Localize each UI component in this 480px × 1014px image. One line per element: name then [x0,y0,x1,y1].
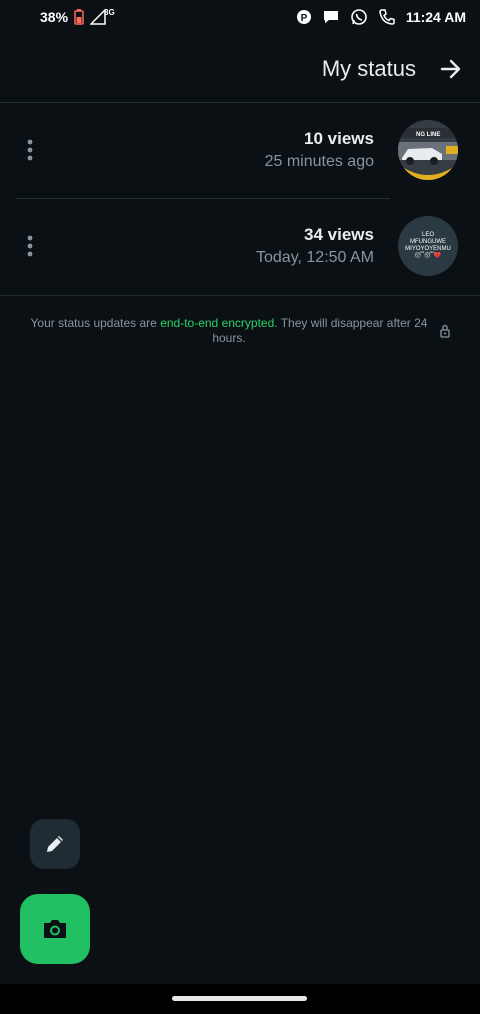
section-divider [0,295,480,296]
status-thumbnail[interactable]: NG LINE [398,120,458,180]
app-header: My status [0,46,480,92]
thumbnail-text: LEO MFUNGUWE MIYOYOYENMU [405,232,451,252]
more-options-icon[interactable] [20,102,40,198]
whatsapp-icon [350,8,368,26]
view-count: 34 views [304,225,374,244]
encryption-note: Your status updates are end-to-end encry… [20,316,438,346]
status-row[interactable]: 34 views Today, 12:50 AM LEO MFUNGUWE MI… [0,198,480,294]
more-options-icon[interactable] [20,198,40,294]
lock-icon [439,324,451,343]
svg-text:P: P [300,13,307,24]
note-text: Your status updates are [30,316,161,330]
camera-status-button[interactable] [20,894,90,964]
battery-percent: 38% [40,9,69,25]
thumbnail-emoji: 😴😴💔 [414,253,442,259]
arrow-right-icon[interactable] [440,58,462,80]
thumb-banner-text: NG LINE [416,132,440,138]
app-notification-icon: P [296,9,312,25]
status-thumbnail[interactable]: LEO MFUNGUWE MIYOYOYENMU 😴😴💔 [398,216,458,276]
encryption-link[interactable]: end-to-end encrypted [160,316,274,330]
camera-icon [42,918,68,940]
status-row[interactable]: 10 views 25 minutes ago NG LINE [0,102,480,198]
network-type: 3G [104,7,115,17]
system-status-bar: 38% 3G P 11:24 AM [0,0,480,34]
view-count: 10 views [304,129,374,148]
system-navigation-bar [0,984,480,1014]
home-gesture-handle[interactable] [172,996,307,1001]
car-image: NG LINE [398,120,458,180]
chat-notification-icon [322,9,340,25]
clock: 11:24 AM [405,9,466,25]
call-icon [378,8,396,26]
page-title: My status [321,56,416,81]
text-status-button[interactable] [30,819,80,869]
status-time: Today, 12:50 AM [256,249,374,266]
my-status-screen: 38% 3G P 11:24 AM My status 10 views 25 … [0,0,480,1014]
status-time: 25 minutes ago [264,153,374,170]
battery-icon [74,9,84,25]
pencil-icon [43,832,67,856]
